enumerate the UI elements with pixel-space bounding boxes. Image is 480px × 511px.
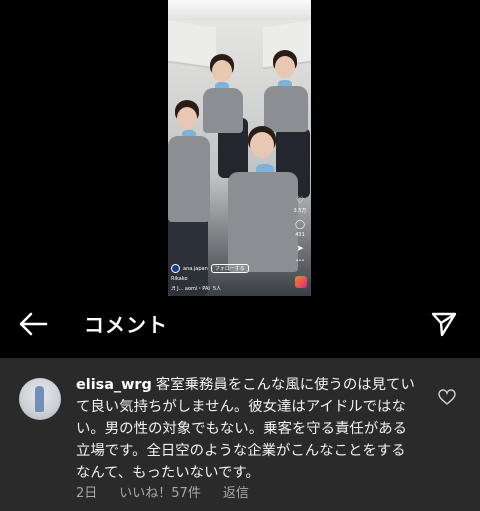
page-title: コメント — [84, 313, 168, 337]
avatar[interactable] — [19, 378, 61, 420]
reel-info: ana.japan フォローする Rikako ♬ J... aomi・PAI … — [171, 261, 291, 292]
heart-icon[interactable] — [438, 389, 456, 405]
account-name[interactable]: ana.japan — [183, 266, 208, 272]
audio-count: 5人 — [212, 286, 222, 292]
audio-thumbnail[interactable] — [295, 276, 307, 288]
comment-time: 2日 — [76, 486, 98, 501]
comment-meta: 2日 いいね！57件 返信 — [76, 482, 271, 501]
comment-username[interactable]: elisa_wrg — [76, 377, 152, 393]
comment-likes[interactable]: いいね！57件 — [119, 482, 201, 501]
reel-caption: Rikako — [171, 276, 188, 282]
comment-icon[interactable]: ◯ — [293, 220, 307, 230]
reel-actions: ♡ 3.5万 ◯ 431 ➤ ••• — [293, 196, 307, 270]
audio-label[interactable]: ♬ J... aomi・PAI — [171, 285, 210, 292]
comment-body: elisa_wrg 客室乗務員をこんな風に使うのは見ていて良い気持ちがしません。彼… — [76, 374, 416, 484]
comment-count: 431 — [295, 232, 305, 238]
like-icon[interactable]: ♡ — [293, 196, 307, 206]
comment-item: elisa_wrg 客室乗務員をこんな風に使うのは見ていて良い気持ちがしません。彼… — [0, 358, 480, 511]
more-icon[interactable]: ••• — [293, 256, 307, 266]
overhead-bin-left — [168, 20, 216, 70]
reply-button[interactable]: 返信 — [223, 482, 249, 501]
paper-plane-icon[interactable] — [430, 310, 458, 338]
reel-video[interactable]: ♡ 3.5万 ◯ 431 ➤ ••• ana.japan フォローする Rika… — [168, 0, 311, 296]
like-count: 3.5万 — [293, 208, 307, 214]
cabin-ceiling — [168, 0, 311, 20]
account-avatar[interactable] — [171, 264, 180, 273]
follow-button[interactable]: フォローする — [210, 264, 249, 273]
back-arrow-icon[interactable] — [18, 312, 48, 336]
comments-header: コメント — [0, 296, 480, 358]
share-icon[interactable]: ➤ — [293, 244, 307, 254]
